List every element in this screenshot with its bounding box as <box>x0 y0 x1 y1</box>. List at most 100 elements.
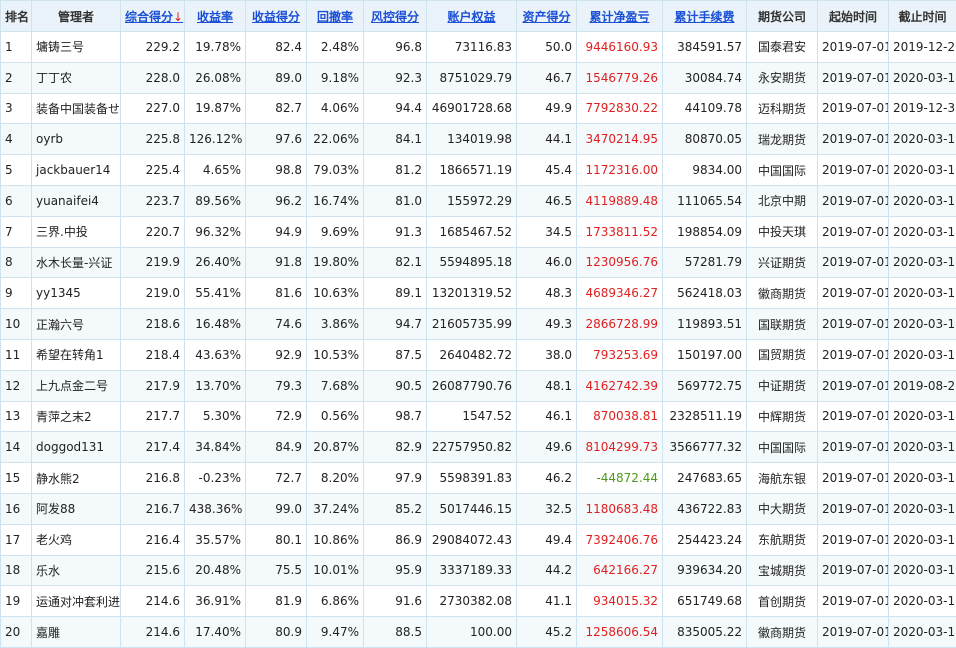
cell-return-score: 80.9 <box>246 617 307 648</box>
sort-asset-score-link[interactable]: 资产得分 <box>522 10 570 24</box>
col-manager: 管理者 <box>32 1 121 32</box>
cell-cum-fee: 150197.00 <box>663 339 747 370</box>
cell-asset-score: 49.6 <box>517 432 577 463</box>
cell-end: 2020-03-18 <box>889 155 956 186</box>
cell-broker: 兴证期货 <box>747 247 818 278</box>
cell-end: 2020-03-18 <box>889 401 956 432</box>
cell-equity: 2730382.08 <box>427 586 517 617</box>
col-cum-fee[interactable]: 累计手续费 <box>663 1 747 32</box>
cell-drawdown: 9.47% <box>307 617 364 648</box>
cell-end: 2020-03-18 <box>889 617 956 648</box>
cell-manager: 嘉雕 <box>32 617 121 648</box>
cell-risk-score: 82.1 <box>364 247 427 278</box>
cell-start: 2019-07-01 <box>818 155 889 186</box>
cell-cum-fee: 111065.54 <box>663 185 747 216</box>
cell-cum-pnl: 1172316.00 <box>577 155 663 186</box>
sort-equity-link[interactable]: 账户权益 <box>447 10 495 24</box>
cell-end: 2020-03-18 <box>889 278 956 309</box>
cell-total-score: 219.9 <box>121 247 185 278</box>
cell-return-score: 94.9 <box>246 216 307 247</box>
cell-total-score: 215.6 <box>121 555 185 586</box>
cell-risk-score: 91.3 <box>364 216 427 247</box>
cell-cum-fee: 30084.74 <box>663 62 747 93</box>
cell-return-score: 84.9 <box>246 432 307 463</box>
cell-rank: 2 <box>1 62 32 93</box>
col-total-score[interactable]: 综合得分↓ <box>121 1 185 32</box>
cell-risk-score: 94.4 <box>364 93 427 124</box>
cell-manager: 青萍之末2 <box>32 401 121 432</box>
cell-broker: 国联期货 <box>747 309 818 340</box>
cell-broker: 首创期货 <box>747 586 818 617</box>
cell-asset-score: 38.0 <box>517 339 577 370</box>
cell-return-rate: 16.48% <box>185 309 246 340</box>
col-cum-pnl[interactable]: 累计净盈亏 <box>577 1 663 32</box>
cell-drawdown: 22.06% <box>307 124 364 155</box>
cell-return-rate: 26.08% <box>185 62 246 93</box>
sort-total-score-link[interactable]: 综合得分↓ <box>125 10 183 24</box>
cell-return-score: 99.0 <box>246 493 307 524</box>
sort-return-score-link[interactable]: 收益得分 <box>252 10 300 24</box>
cell-risk-score: 95.9 <box>364 555 427 586</box>
cell-return-rate: 96.32% <box>185 216 246 247</box>
cell-rank: 9 <box>1 278 32 309</box>
cell-cum-pnl: 2866728.99 <box>577 309 663 340</box>
cell-rank: 10 <box>1 309 32 340</box>
table-row: 16阿发88216.7438.36%99.037.24%85.25017446.… <box>1 493 956 524</box>
cell-drawdown: 37.24% <box>307 493 364 524</box>
cell-return-score: 72.7 <box>246 463 307 494</box>
cell-broker: 中国国际 <box>747 432 818 463</box>
cell-asset-score: 41.1 <box>517 586 577 617</box>
cell-drawdown: 10.86% <box>307 524 364 555</box>
sort-return-rate-link[interactable]: 收益率 <box>197 10 233 24</box>
cell-asset-score: 50.0 <box>517 32 577 63</box>
cell-rank: 6 <box>1 185 32 216</box>
col-return-rate[interactable]: 收益率 <box>185 1 246 32</box>
cell-cum-fee: 254423.24 <box>663 524 747 555</box>
cell-drawdown: 8.20% <box>307 463 364 494</box>
cell-cum-pnl: 3470214.95 <box>577 124 663 155</box>
cell-drawdown: 0.56% <box>307 401 364 432</box>
sort-risk-score-link[interactable]: 风控得分 <box>371 10 419 24</box>
col-return-score[interactable]: 收益得分 <box>246 1 307 32</box>
sort-cum-fee-link[interactable]: 累计手续费 <box>674 10 734 24</box>
cell-return-rate: 26.40% <box>185 247 246 278</box>
cell-cum-pnl: 4689346.27 <box>577 278 663 309</box>
table-row: 14doggod131217.434.84%84.920.87%82.92275… <box>1 432 956 463</box>
cell-start: 2019-07-01 <box>818 216 889 247</box>
cell-end: 2020-03-18 <box>889 555 956 586</box>
sort-drawdown-link[interactable]: 回撤率 <box>317 10 353 24</box>
cell-total-score: 216.7 <box>121 493 185 524</box>
cell-cum-pnl: 934015.32 <box>577 586 663 617</box>
table-row: 19运通对冲套利进214.636.91%81.96.86%91.62730382… <box>1 586 956 617</box>
sort-cum-pnl-link[interactable]: 累计净盈亏 <box>589 10 649 24</box>
cell-manager: 丁丁农 <box>32 62 121 93</box>
col-drawdown[interactable]: 回撤率 <box>307 1 364 32</box>
cell-cum-fee: 9834.00 <box>663 155 747 186</box>
cell-start: 2019-07-01 <box>818 32 889 63</box>
cell-broker: 中辉期货 <box>747 401 818 432</box>
cell-drawdown: 3.86% <box>307 309 364 340</box>
cell-start: 2019-07-01 <box>818 93 889 124</box>
cell-return-rate: 126.12% <box>185 124 246 155</box>
cell-start: 2019-07-01 <box>818 309 889 340</box>
cell-rank: 3 <box>1 93 32 124</box>
cell-rank: 16 <box>1 493 32 524</box>
cell-return-rate: -0.23% <box>185 463 246 494</box>
cell-return-rate: 20.48% <box>185 555 246 586</box>
cell-cum-fee: 119893.51 <box>663 309 747 340</box>
cell-asset-score: 46.0 <box>517 247 577 278</box>
cell-broker: 迈科期货 <box>747 93 818 124</box>
cell-equity: 26087790.76 <box>427 370 517 401</box>
cell-cum-pnl: 870038.81 <box>577 401 663 432</box>
cell-cum-pnl: 1546779.26 <box>577 62 663 93</box>
cell-total-score: 217.4 <box>121 432 185 463</box>
col-equity[interactable]: 账户权益 <box>427 1 517 32</box>
col-risk-score[interactable]: 风控得分 <box>364 1 427 32</box>
col-asset-score[interactable]: 资产得分 <box>517 1 577 32</box>
cell-risk-score: 98.7 <box>364 401 427 432</box>
col-rank: 排名 <box>1 1 32 32</box>
cell-risk-score: 85.2 <box>364 493 427 524</box>
cell-broker: 徽商期货 <box>747 278 818 309</box>
cell-cum-pnl: 4162742.39 <box>577 370 663 401</box>
cell-manager: 装备中国装备せ <box>32 93 121 124</box>
